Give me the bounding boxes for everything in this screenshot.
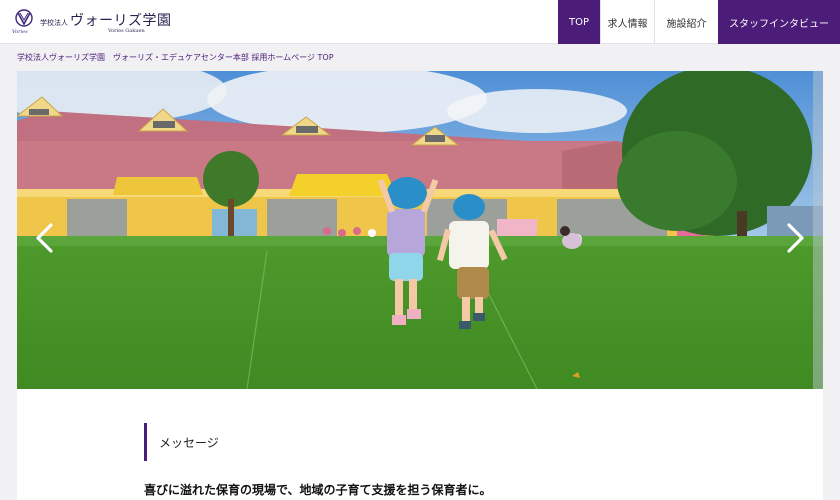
site-header: Vories 学校法人 ヴォーリズ学園 Vories Gakuen TOP 求人… bbox=[0, 0, 840, 44]
hero-image bbox=[17, 71, 823, 389]
nav-job-info[interactable]: 求人情報 bbox=[600, 0, 654, 44]
message-heading: メッセージ bbox=[144, 423, 219, 461]
slider-prev-button[interactable] bbox=[33, 222, 57, 254]
logo-name: ヴォーリズ学園 bbox=[70, 13, 172, 29]
slider-next-button[interactable] bbox=[783, 222, 807, 254]
message-section: メッセージ 喜びに溢れた保育の現場で、地域の子育て支援を担う保育者に。 bbox=[17, 389, 823, 500]
logo-corporate-type: 学校法人 bbox=[40, 19, 68, 27]
hero-slider bbox=[17, 71, 823, 389]
nav-staff-interview[interactable]: スタッフインタビュー bbox=[718, 0, 840, 44]
logo-text: 学校法人 ヴォーリズ学園 Vories Gakuen bbox=[40, 10, 172, 34]
logo-roman-name: Vories Gakuen bbox=[108, 28, 145, 34]
chevron-left-icon bbox=[36, 223, 53, 253]
main-nav: TOP 求人情報 施設紹介 スタッフインタビュー bbox=[558, 0, 840, 44]
chevron-right-icon bbox=[787, 223, 804, 253]
logo-mark-caption: Vories bbox=[12, 29, 28, 35]
logo-mark-icon: Vories bbox=[12, 9, 36, 35]
nav-facility-info[interactable]: 施設紹介 bbox=[654, 0, 718, 44]
breadcrumb[interactable]: 学校法人ヴォーリズ学園 ヴォーリズ・エデュケアセンター本部 採用ホームページ T… bbox=[17, 52, 334, 63]
message-lead: 喜びに溢れた保育の現場で、地域の子育て支援を担う保育者に。 bbox=[144, 483, 492, 497]
nav-top[interactable]: TOP bbox=[558, 0, 600, 44]
site-logo[interactable]: Vories 学校法人 ヴォーリズ学園 Vories Gakuen bbox=[12, 8, 172, 36]
